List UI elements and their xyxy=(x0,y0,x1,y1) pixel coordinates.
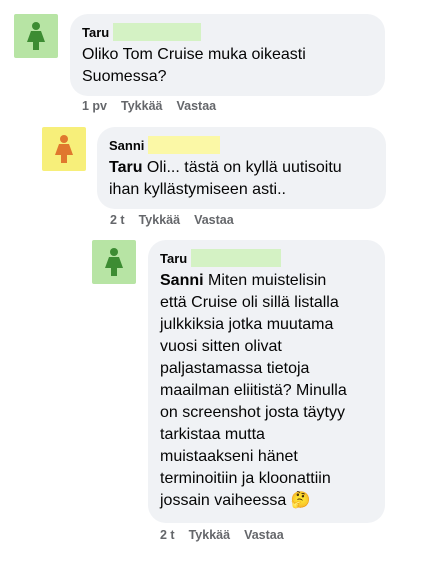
comment-text: Taru Oli... tästä on kyllä uutisoitu iha… xyxy=(109,159,342,198)
thinking-face-icon: 🤔 xyxy=(290,492,311,509)
comment-bubble: Taru Oliko Tom Cruise muka oikeasti Suom… xyxy=(70,14,385,96)
comment-meta: 2 t Tykkää Vastaa xyxy=(110,213,234,227)
comment-text: Sanni Miten muistelisin että Cruise oli … xyxy=(160,272,347,509)
comment-bubble: Sanni Taru Oli... tästä on kyllä uutisoi… xyxy=(97,127,386,209)
comment-text: Oliko Tom Cruise muka oikeasti Suomessa? xyxy=(82,46,306,85)
mention-link[interactable]: Taru xyxy=(109,159,142,176)
comment-meta: 1 pv Tykkää Vastaa xyxy=(82,99,216,113)
comment-author[interactable]: Sanni xyxy=(109,138,144,153)
woman-icon xyxy=(105,248,123,276)
comment-author[interactable]: Taru xyxy=(82,25,109,40)
reply-button[interactable]: Vastaa xyxy=(194,213,234,227)
name-highlight xyxy=(148,136,221,154)
comment-meta: 2 t Tykkää Vastaa xyxy=(160,528,284,542)
name-highlight xyxy=(191,249,282,267)
avatar-taru[interactable] xyxy=(92,240,136,284)
timestamp[interactable]: 2 t xyxy=(110,213,125,227)
reply-button[interactable]: Vastaa xyxy=(176,99,216,113)
mention-link[interactable]: Sanni xyxy=(160,272,204,289)
woman-icon xyxy=(27,22,45,50)
timestamp[interactable]: 1 pv xyxy=(82,99,107,113)
comment-author[interactable]: Taru xyxy=(160,251,187,266)
like-button[interactable]: Tykkää xyxy=(121,99,162,113)
name-highlight xyxy=(113,23,202,41)
comment-bubble: Taru Sanni Miten muistelisin että Cruise… xyxy=(148,240,385,523)
like-button[interactable]: Tykkää xyxy=(189,528,230,542)
timestamp[interactable]: 2 t xyxy=(160,528,175,542)
avatar-taru[interactable] xyxy=(14,14,58,58)
avatar-sanni[interactable] xyxy=(42,127,86,171)
woman-icon xyxy=(55,135,73,163)
reply-button[interactable]: Vastaa xyxy=(244,528,284,542)
like-button[interactable]: Tykkää xyxy=(139,213,180,227)
